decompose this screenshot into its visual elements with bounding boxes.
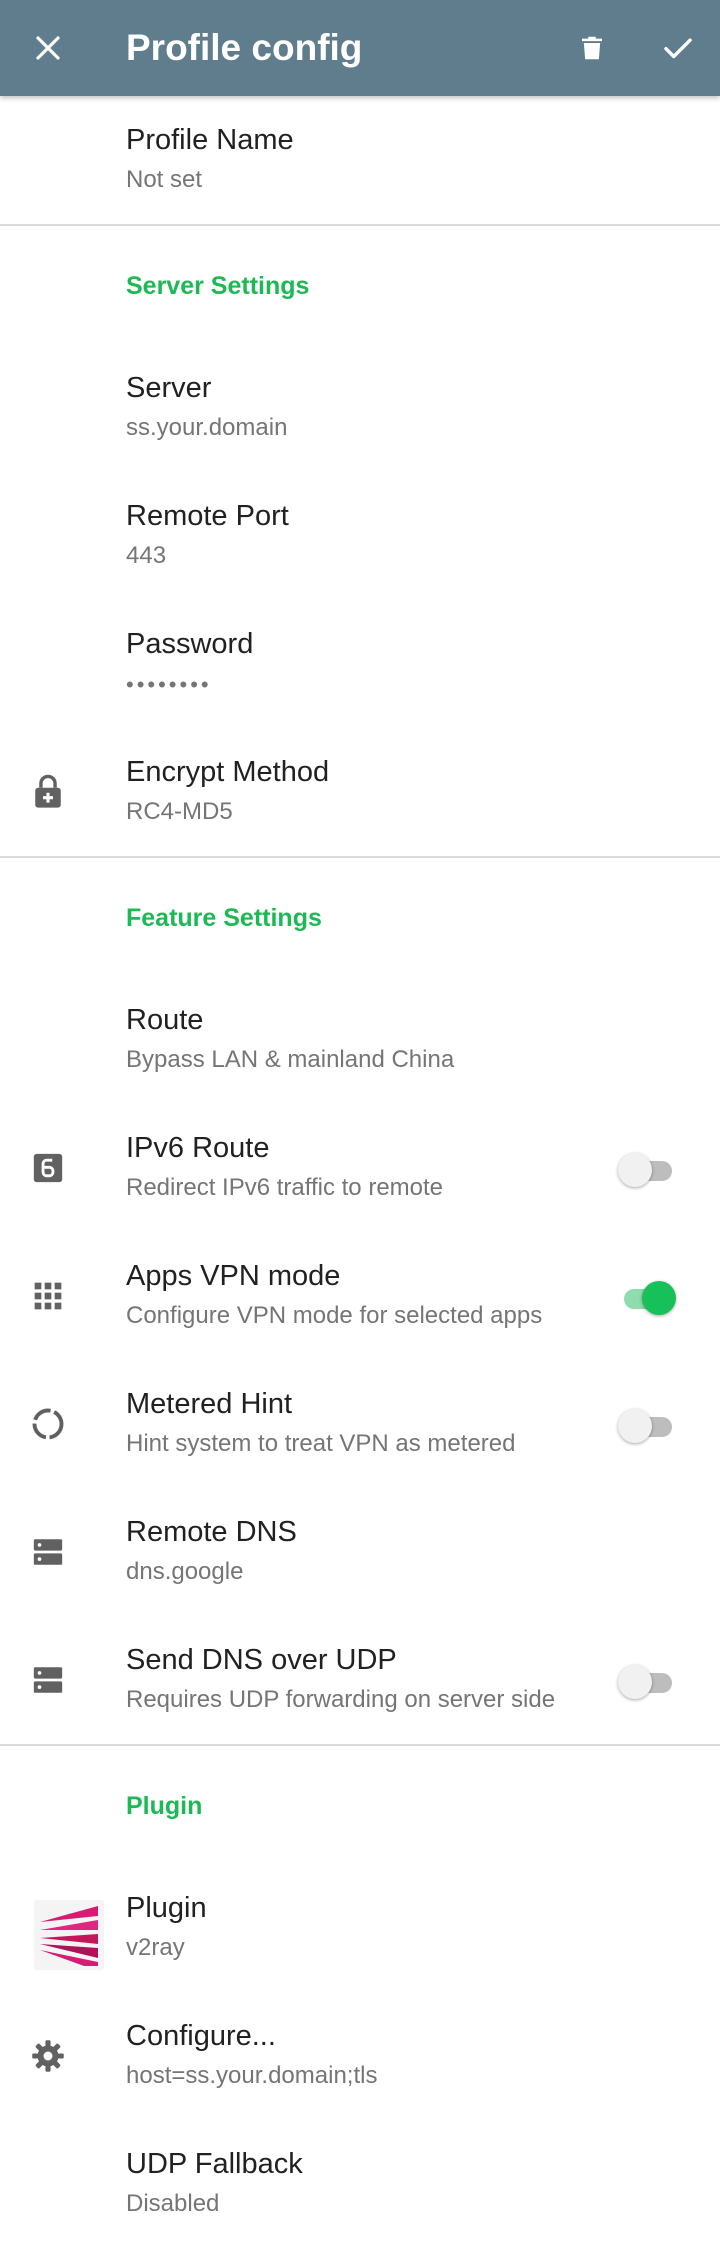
plugin-header-label: Plugin	[126, 1792, 203, 1820]
server-settings-label: Server Settings	[126, 272, 310, 300]
password-value: ••••••••	[126, 672, 212, 697]
dns-icon	[24, 1656, 72, 1704]
server-item[interactable]: Server ss.your.domain	[0, 344, 720, 472]
route-title: Route	[126, 1004, 204, 1036]
udp-fallback-value: Disabled	[126, 2190, 220, 2217]
send-dns-over-udp-summary: Requires UDP forwarding on server side	[126, 1686, 556, 1713]
plugin-header: Plugin	[0, 1746, 720, 1864]
server-value: ss.your.domain	[126, 414, 288, 441]
configure-value: host=ss.your.domain;tls	[126, 2062, 378, 2089]
plugin-title: Plugin	[126, 1892, 207, 1924]
remote-port-title: Remote Port	[126, 500, 289, 532]
close-button[interactable]	[0, 0, 96, 96]
metered-hint-switch[interactable]	[618, 1408, 676, 1443]
route-value: Bypass LAN & mainland China	[126, 1046, 455, 1073]
app-bar: Profile config	[0, 0, 720, 96]
trash-icon	[582, 36, 602, 60]
remote-port-value: 443	[126, 542, 167, 569]
save-button[interactable]	[630, 0, 720, 96]
metered-hint-item[interactable]: Metered Hint Hint system to treat VPN as…	[0, 1360, 720, 1488]
configure-item[interactable]: Configure... host=ss.your.domain;tls	[0, 1992, 720, 2120]
switch-thumb	[618, 1665, 652, 1699]
configure-title: Configure...	[126, 2020, 276, 2052]
encrypt-method-value: RC4-MD5	[126, 798, 233, 825]
settings-list: Profile Name Not set Server Settings Ser…	[0, 96, 720, 2248]
ipv6-route-title: IPv6 Route	[126, 1132, 270, 1164]
profile-name-title: Profile Name	[126, 124, 294, 156]
udp-fallback-title: UDP Fallback	[126, 2148, 303, 2180]
plugin-value: v2ray	[126, 1934, 185, 1961]
apps-vpn-mode-switch[interactable]	[618, 1280, 676, 1315]
send-dns-over-udp-switch[interactable]	[618, 1664, 676, 1699]
close-icon	[36, 36, 60, 60]
metered-hint-title: Metered Hint	[126, 1388, 293, 1420]
remote-dns-title: Remote DNS	[126, 1516, 297, 1548]
delete-button[interactable]	[544, 0, 640, 96]
route-item[interactable]: Route Bypass LAN & mainland China	[0, 976, 720, 1104]
udp-fallback-item[interactable]: UDP Fallback Disabled	[0, 2120, 720, 2248]
ipv6-icon	[24, 1144, 72, 1192]
remote-port-item[interactable]: Remote Port 443	[0, 472, 720, 600]
v2ray-logo-icon	[34, 1900, 104, 1970]
password-title: Password	[126, 628, 254, 660]
apps-vpn-mode-item[interactable]: Apps VPN mode Configure VPN mode for sel…	[0, 1232, 720, 1360]
ipv6-route-switch[interactable]	[618, 1152, 676, 1187]
data-usage-icon	[24, 1400, 72, 1448]
ipv6-route-summary: Redirect IPv6 traffic to remote	[126, 1174, 444, 1201]
gear-icon	[24, 2032, 72, 2080]
server-title: Server	[126, 372, 212, 404]
plugin-item[interactable]: Plugin v2ray	[0, 1864, 720, 1992]
page-title: Profile config	[126, 27, 363, 68]
apps-grid-icon	[24, 1272, 72, 1320]
feature-settings-label: Feature Settings	[126, 904, 322, 932]
server-settings-header: Server Settings	[0, 226, 720, 344]
switch-thumb	[618, 1153, 652, 1187]
send-dns-over-udp-item[interactable]: Send DNS over UDP Requires UDP forwardin…	[0, 1616, 720, 1744]
switch-thumb	[642, 1281, 676, 1315]
metered-hint-summary: Hint system to treat VPN as metered	[126, 1430, 516, 1457]
switch-thumb	[618, 1409, 652, 1443]
check-icon	[664, 38, 692, 59]
password-item[interactable]: Password ••••••••	[0, 600, 720, 728]
remote-dns-value: dns.google	[126, 1558, 244, 1585]
feature-settings-header: Feature Settings	[0, 858, 720, 976]
apps-vpn-mode-title: Apps VPN mode	[126, 1260, 341, 1292]
profile-name-item[interactable]: Profile Name Not set	[0, 96, 720, 224]
send-dns-over-udp-title: Send DNS over UDP	[126, 1644, 397, 1676]
profile-name-value: Not set	[126, 166, 203, 193]
ipv6-route-item[interactable]: IPv6 Route Redirect IPv6 traffic to remo…	[0, 1104, 720, 1232]
remote-dns-item[interactable]: Remote DNS dns.google	[0, 1488, 720, 1616]
lock-plus-icon	[24, 768, 72, 816]
dns-icon	[24, 1528, 72, 1576]
apps-vpn-mode-summary: Configure VPN mode for selected apps	[126, 1302, 543, 1329]
encrypt-method-item[interactable]: Encrypt Method RC4-MD5	[0, 728, 720, 856]
encrypt-method-title: Encrypt Method	[126, 756, 330, 788]
